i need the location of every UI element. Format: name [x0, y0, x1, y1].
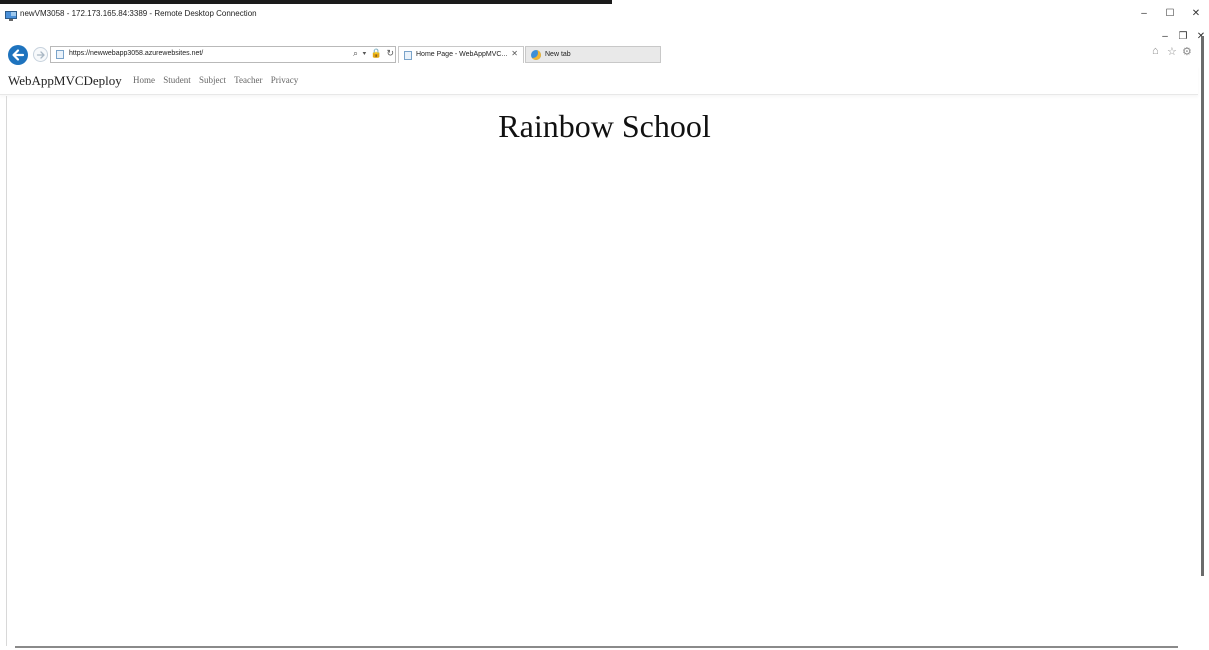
settings-gear-icon[interactable]: ⚙: [1182, 45, 1192, 58]
content-left-border: [6, 96, 7, 646]
site-brand-link[interactable]: WebAppMVCDeploy: [8, 73, 122, 89]
site-navbar: WebAppMVCDeploy Home Student Subject Tea…: [0, 66, 1198, 95]
nav-link-home[interactable]: Home: [133, 75, 155, 85]
nav-link-subject[interactable]: Subject: [199, 75, 226, 85]
tab-close-icon[interactable]: ✕: [511, 49, 518, 58]
url-text[interactable]: https://newwebapp3058.azurewebsites.net/: [69, 50, 203, 57]
page-title: Rainbow School: [498, 108, 711, 144]
rdp-close-button[interactable]: ✕: [1187, 7, 1205, 21]
address-bar[interactable]: https://newwebapp3058.azurewebsites.net/…: [50, 46, 396, 63]
rdp-window-title: newVM3058 - 172.173.165.84:3389 - Remote…: [20, 9, 257, 18]
back-button[interactable]: [8, 45, 28, 65]
horizontal-scrollbar[interactable]: [15, 646, 1178, 648]
ie-logo-icon: [531, 50, 541, 60]
tab-home-page[interactable]: Home Page - WebAppMVC... ✕: [398, 46, 524, 63]
home-icon[interactable]: ⌂: [1152, 45, 1159, 57]
nav-link-privacy[interactable]: Privacy: [271, 75, 299, 85]
rdp-maximize-button[interactable]: ☐: [1161, 7, 1179, 21]
vertical-scrollbar[interactable]: [1201, 36, 1204, 576]
nav-link-teacher[interactable]: Teacher: [234, 75, 262, 85]
nav-link-student[interactable]: Student: [163, 75, 191, 85]
tab-new-tab[interactable]: New tab: [525, 46, 661, 63]
address-bar-icons[interactable]: ⌕ ▾ 🔒 ↻: [353, 48, 395, 59]
rdp-minimize-button[interactable]: –: [1135, 7, 1153, 21]
site-nav-links: Home Student Subject Teacher Privacy: [133, 75, 304, 85]
favorites-star-icon[interactable]: ☆: [1167, 45, 1177, 58]
rdp-title-bar: newVM3058 - 172.173.165.84:3389 - Remote…: [0, 4, 1209, 26]
remote-desktop-icon: [5, 9, 17, 21]
tab-label: Home Page - WebAppMVC...: [416, 51, 508, 58]
tab-favicon-icon: [404, 51, 412, 60]
forward-button[interactable]: [33, 47, 48, 62]
tab-label: New tab: [545, 51, 571, 58]
forward-arrow-icon: [36, 51, 45, 59]
page-favicon-icon: [56, 50, 64, 59]
back-arrow-icon: [12, 49, 25, 61]
browser-address-bar-row: https://newwebapp3058.azurewebsites.net/…: [0, 42, 1209, 66]
